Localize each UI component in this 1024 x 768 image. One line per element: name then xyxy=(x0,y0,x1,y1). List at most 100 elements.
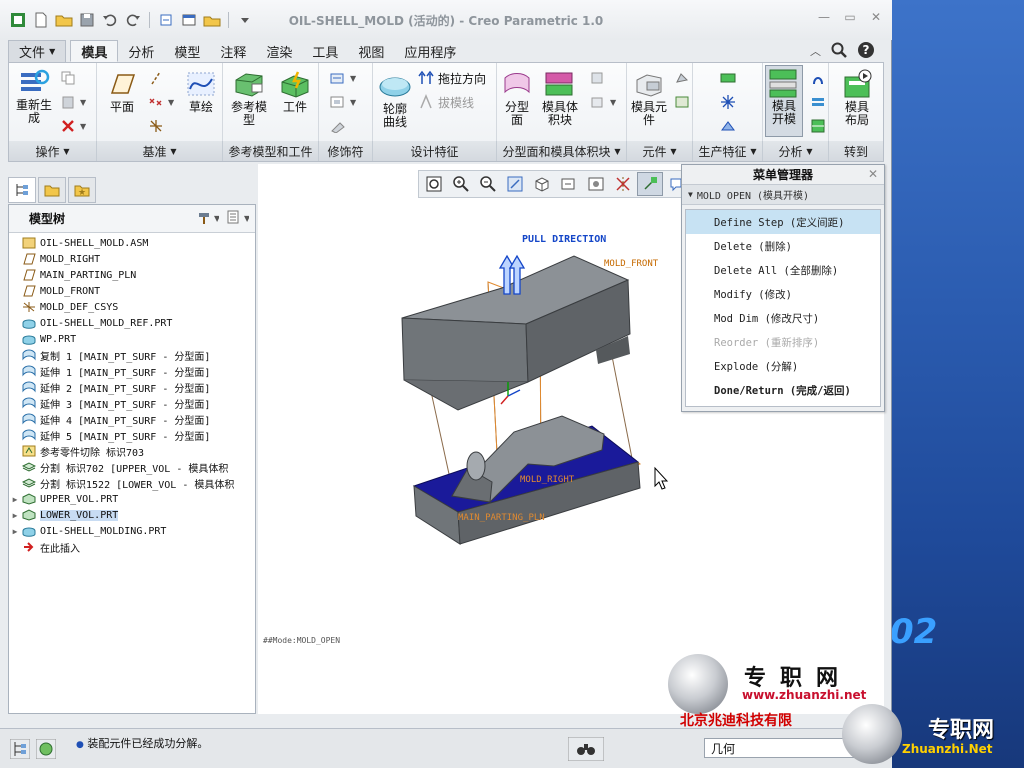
status-browser-button[interactable] xyxy=(35,738,57,762)
parting-surface-button[interactable]: 分型面 xyxy=(499,69,535,127)
paste-button[interactable]: ▼ xyxy=(59,93,86,111)
view-manager-button[interactable] xyxy=(583,172,609,196)
folder-browser-tab[interactable] xyxy=(38,177,66,203)
tree-node[interactable]: 延伸 4 [MAIN_PT_SURF - 分型面] xyxy=(9,411,255,427)
tree-node[interactable]: ▶ LOWER_VOL.PRT xyxy=(9,507,255,523)
group-label-datum[interactable]: 基准 ▼ xyxy=(97,141,223,161)
workpiece-button[interactable]: 工件 xyxy=(275,69,315,114)
help-icon[interactable]: ? xyxy=(857,41,875,62)
datum-display-button[interactable] xyxy=(610,172,636,196)
volume-tool-1-button[interactable] xyxy=(589,69,607,87)
group-label-ref-model-workpiece[interactable]: 参考模型和工件 xyxy=(223,141,319,161)
tree-node[interactable]: 在此插入 xyxy=(9,539,255,555)
mold-opening-button[interactable]: 模具开模 xyxy=(765,65,803,137)
tree-node[interactable]: MOLD_FRONT xyxy=(9,283,255,299)
tab-mold[interactable]: 模具 xyxy=(70,40,119,62)
minimize-icon[interactable]: — xyxy=(814,8,834,26)
tree-node[interactable]: ▶ UPPER_VOL.PRT xyxy=(9,491,255,507)
point-button[interactable]: ▼ xyxy=(147,93,174,111)
tree-node[interactable]: OIL-SHELL_MOLD.ASM xyxy=(9,235,255,251)
sketch-button[interactable]: 草绘 xyxy=(183,69,219,114)
zoom-in-button[interactable] xyxy=(448,172,474,196)
close-icon[interactable]: ✕ xyxy=(868,167,878,181)
menu-item[interactable]: Mod Dim (修改尺寸) xyxy=(686,306,880,330)
tree-node[interactable]: 复制 1 [MAIN_PT_SURF - 分型面] xyxy=(9,347,255,363)
tab-render[interactable]: 渲染 xyxy=(256,40,302,62)
plane-button[interactable]: 平面 xyxy=(103,69,141,114)
group-label-operations[interactable]: 操作 ▼ xyxy=(9,141,97,161)
drag-direction-button[interactable]: 拖拉方向 xyxy=(417,69,486,87)
close-icon[interactable]: ✕ xyxy=(866,8,886,26)
tree-node[interactable]: 延伸 1 [MAIN_PT_SURF - 分型面] xyxy=(9,363,255,379)
tab-file[interactable]: 文件 ▼ xyxy=(8,40,67,62)
collapse-ribbon-icon[interactable]: ︿ xyxy=(810,43,821,59)
tree-node[interactable]: MOLD_DEF_CSYS xyxy=(9,299,255,315)
axis-button[interactable] xyxy=(147,69,165,87)
favorites-tab[interactable]: ★ xyxy=(68,177,96,203)
tab-tools[interactable]: 工具 xyxy=(302,40,348,62)
tree-show-button[interactable]: ▼ xyxy=(227,209,251,228)
display-style-button[interactable] xyxy=(529,172,555,196)
runner-button[interactable] xyxy=(719,69,737,87)
tree-node[interactable]: 延伸 3 [MAIN_PT_SURF - 分型面] xyxy=(9,395,255,411)
tree-node[interactable]: MAIN_PARTING_PLN xyxy=(9,267,255,283)
delete-button[interactable]: ▼ xyxy=(59,117,86,135)
draft-check-button[interactable] xyxy=(809,69,827,87)
molding-button[interactable] xyxy=(673,93,691,111)
cast-button[interactable] xyxy=(673,69,691,87)
repaint-button[interactable] xyxy=(502,172,528,196)
regenerate-button[interactable]: 重新生成 xyxy=(13,67,55,125)
menu-item[interactable]: Done/Return (完成/返回) xyxy=(686,378,880,402)
selection-filter[interactable]: 几何 xyxy=(704,738,854,758)
expand-arrow-icon[interactable]: ▶ xyxy=(9,495,21,504)
tree-node[interactable]: 延伸 5 [MAIN_PT_SURF - 分型面] xyxy=(9,427,255,443)
tree-node[interactable]: ▶ OIL-SHELL_MOLDING.PRT xyxy=(9,523,255,539)
ref-model-button[interactable]: 参考模型 xyxy=(227,69,271,127)
copy-button[interactable] xyxy=(59,69,77,87)
maximize-icon[interactable]: ▭ xyxy=(840,8,860,26)
status-tree-button[interactable] xyxy=(9,738,31,762)
menu-manager-submenu[interactable]: ▼ MOLD OPEN (模具开模) xyxy=(682,185,884,205)
mold-layout-button[interactable]: 模具布局 xyxy=(837,69,877,127)
tree-node[interactable]: WP.PRT xyxy=(9,331,255,347)
expand-arrow-icon[interactable]: ▶ xyxy=(9,511,21,520)
zoom-out-button[interactable] xyxy=(475,172,501,196)
tree-settings-button[interactable]: ▼ xyxy=(197,209,221,228)
tab-model[interactable]: 模型 xyxy=(164,40,210,62)
modifier-1-button[interactable]: ▼ xyxy=(329,69,356,87)
tab-analysis[interactable]: 分析 xyxy=(118,40,164,62)
tree-node[interactable]: OIL-SHELL_MOLD_REF.PRT xyxy=(9,315,255,331)
mold-component-button[interactable]: 模具元件 xyxy=(629,69,669,127)
tree-node[interactable]: 分割 标识1522 [LOWER_VOL - 模具体积 xyxy=(9,475,255,491)
group-label-modifiers[interactable]: 修饰符 xyxy=(319,141,373,161)
ejector-button[interactable] xyxy=(719,93,737,111)
tab-view[interactable]: 视图 xyxy=(348,40,394,62)
tree-node[interactable]: 延伸 2 [MAIN_PT_SURF - 分型面] xyxy=(9,379,255,395)
group-label-analysis[interactable]: 分析 ▼ xyxy=(763,141,829,161)
contour-curve-button[interactable]: 轮廓曲线 xyxy=(375,71,415,129)
saved-views-button[interactable] xyxy=(556,172,582,196)
modifier-3-button[interactable] xyxy=(329,117,347,135)
search-icon[interactable] xyxy=(831,42,847,61)
model-tree-tab[interactable] xyxy=(8,177,36,203)
csys-button[interactable] xyxy=(147,117,165,135)
group-label-parting-volume[interactable]: 分型面和模具体积块 ▼ xyxy=(497,141,627,161)
volume-tool-2-button[interactable]: ▼ xyxy=(589,93,616,111)
group-label-components[interactable]: 元件 ▼ xyxy=(627,141,693,161)
projected-area-button[interactable] xyxy=(809,117,827,135)
menu-item[interactable]: Delete All (全部删除) xyxy=(686,258,880,282)
find-button[interactable] xyxy=(567,736,605,764)
tree-node[interactable]: MOLD_RIGHT xyxy=(9,251,255,267)
menu-item[interactable]: Explode (分解) xyxy=(686,354,880,378)
group-label-production-features[interactable]: 生产特征 ▼ xyxy=(693,141,763,161)
expand-arrow-icon[interactable]: ▶ xyxy=(9,527,21,536)
group-label-design-features[interactable]: 设计特征 xyxy=(373,141,497,161)
tab-applications[interactable]: 应用程序 xyxy=(394,40,466,62)
group-label-goto[interactable]: 转到 xyxy=(829,141,883,161)
tree-node[interactable]: 参考零件切除 标识703 xyxy=(9,443,255,459)
refit-button[interactable] xyxy=(421,172,447,196)
menu-item[interactable]: Delete (删除) xyxy=(686,234,880,258)
draft-line-button[interactable]: 拔模线 xyxy=(417,93,474,111)
menu-item[interactable]: Define Step (定义间距) xyxy=(686,210,880,234)
water-line-button[interactable] xyxy=(719,117,737,135)
